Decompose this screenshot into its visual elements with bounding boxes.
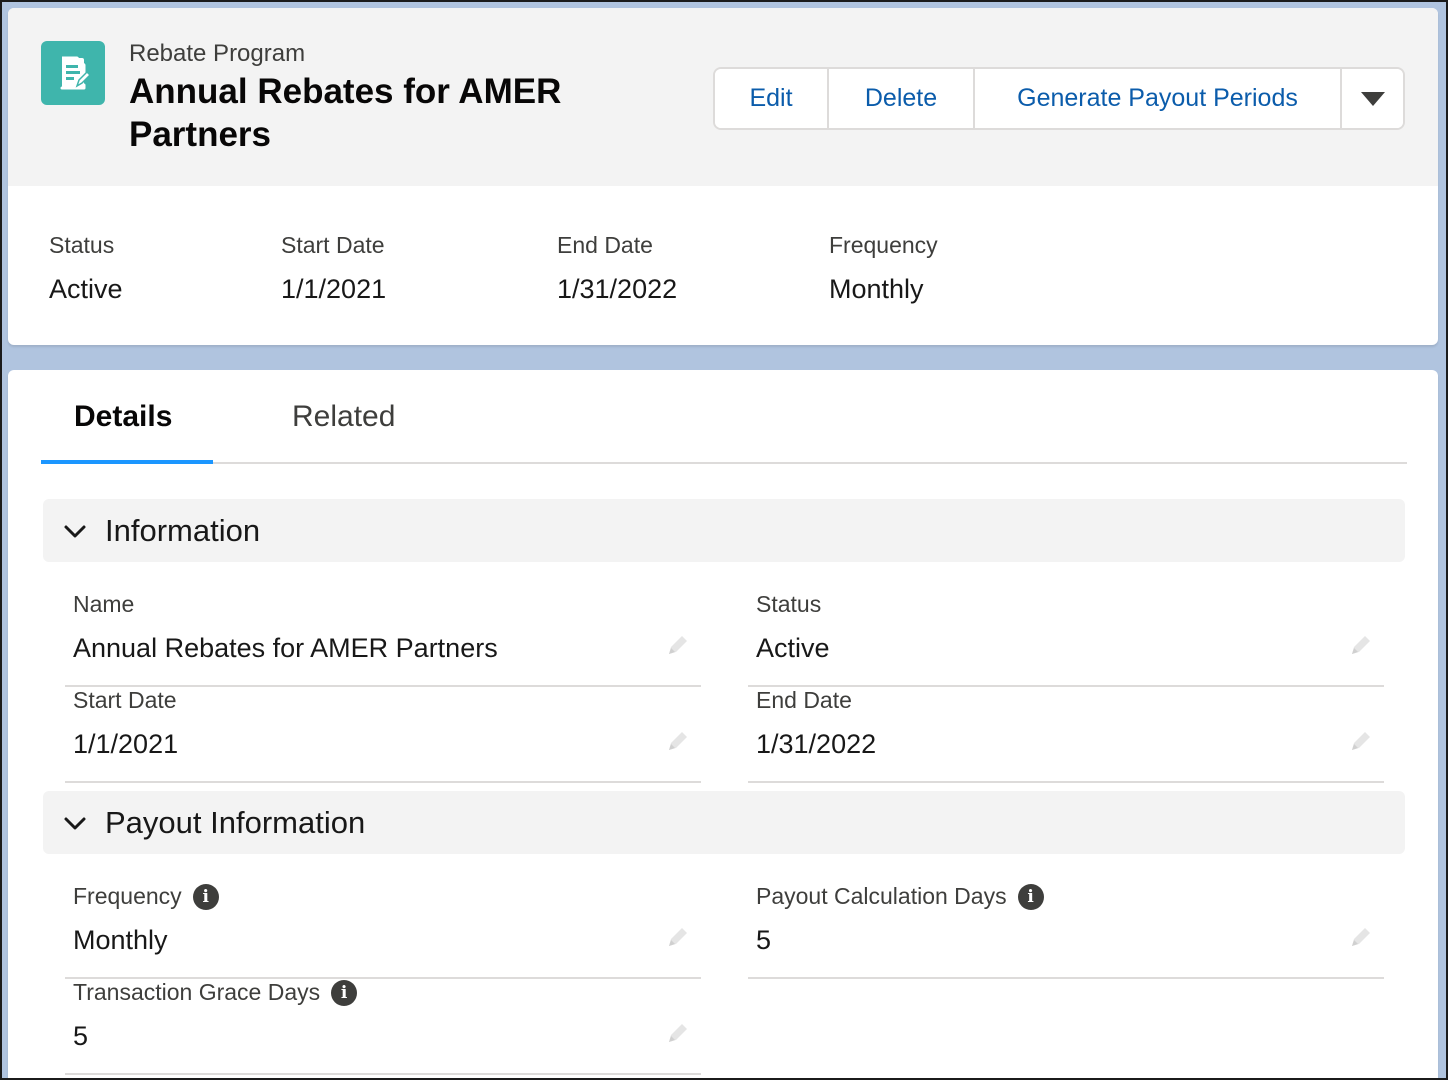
highlight-label: Start Date — [281, 232, 385, 258]
field-label: Transaction Grace Days — [73, 979, 321, 1005]
highlight-label: End Date — [557, 232, 653, 258]
generate-payout-periods-button[interactable]: Generate Payout Periods — [975, 69, 1342, 128]
page-title: Annual Rebates for AMER Partners — [129, 72, 562, 154]
header-top: Rebate Program Annual Rebates for AMER P… — [8, 8, 1438, 186]
pencil-edit-icon[interactable] — [665, 924, 691, 950]
edit-button[interactable]: Edit — [715, 69, 829, 128]
field-value: 1/31/2022 — [756, 729, 877, 759]
field-label: Start Date — [73, 687, 177, 713]
field-start-date: Start Date 1/1/2021 — [65, 687, 701, 783]
pencil-edit-icon[interactable] — [665, 632, 691, 658]
field-name: Name Annual Rebates for AMER Partners — [65, 591, 701, 687]
field-frequency: Frequency i Monthly — [65, 883, 701, 979]
info-icon[interactable]: i — [192, 883, 219, 910]
highlight-value: Active — [49, 274, 123, 304]
highlight-label: Frequency — [829, 232, 938, 258]
tab-bar: Details Related — [41, 370, 1407, 464]
section-information-header[interactable]: Information — [43, 499, 1405, 562]
field-value: Monthly — [73, 925, 168, 955]
field-status: Status Active — [748, 591, 1384, 687]
highlight-value: 1/1/2021 — [281, 274, 387, 304]
field-transaction-grace-days: Transaction Grace Days i 5 — [65, 979, 701, 1075]
tab-related[interactable]: Related — [292, 400, 395, 434]
delete-button[interactable]: Delete — [829, 69, 975, 128]
highlight-label: Status — [49, 232, 115, 258]
rebate-program-icon — [41, 41, 105, 105]
action-button-group: Edit Delete Generate Payout Periods — [713, 67, 1405, 130]
field-payout-calculation-days: Payout Calculation Days i 5 — [748, 883, 1384, 979]
record-detail-card: Details Related Information Name Annual … — [8, 370, 1438, 1080]
chevron-down-icon — [63, 519, 87, 543]
field-value: 1/1/2021 — [73, 729, 179, 759]
pencil-edit-icon[interactable] — [665, 1020, 691, 1046]
highlights-panel: Status Active Start Date 1/1/2021 End Da… — [8, 186, 1438, 345]
info-icon[interactable]: i — [1017, 883, 1044, 910]
section-payout-header[interactable]: Payout Information — [43, 791, 1405, 854]
highlight-value: Monthly — [829, 274, 924, 304]
pencil-edit-icon[interactable] — [1348, 924, 1374, 950]
pencil-edit-icon[interactable] — [1348, 728, 1374, 754]
field-value: Active — [756, 633, 830, 663]
section-title: Information — [105, 512, 261, 548]
record-header: Rebate Program Annual Rebates for AMER P… — [8, 8, 1438, 345]
field-label: End Date — [756, 687, 852, 713]
field-label-row: Frequency i — [73, 883, 219, 910]
highlight-status: Status Active — [49, 232, 123, 305]
field-label: Status — [756, 591, 822, 617]
info-icon[interactable]: i — [331, 979, 358, 1006]
highlight-end-date: End Date 1/31/2022 — [557, 232, 677, 305]
pencil-edit-icon[interactable] — [665, 728, 691, 754]
highlight-value: 1/31/2022 — [557, 274, 678, 304]
document-edit-icon — [60, 56, 92, 90]
field-label: Frequency — [73, 883, 182, 909]
more-actions-button[interactable] — [1342, 69, 1403, 128]
field-end-date: End Date 1/31/2022 — [748, 687, 1384, 783]
caret-down-icon — [1360, 91, 1385, 106]
field-value: 5 — [756, 925, 772, 955]
field-label: Payout Calculation Days — [756, 883, 1007, 909]
field-label-row: Transaction Grace Days i — [73, 979, 358, 1006]
object-type-label: Rebate Program — [129, 40, 306, 67]
field-value: Annual Rebates for AMER Partners — [73, 633, 498, 663]
section-title: Payout Information — [105, 804, 366, 840]
field-value: 5 — [73, 1021, 89, 1051]
field-label-row: Payout Calculation Days i — [756, 883, 1044, 910]
tab-details[interactable]: Details — [74, 400, 172, 434]
pencil-edit-icon[interactable] — [1348, 632, 1374, 658]
highlight-frequency: Frequency Monthly — [829, 232, 938, 305]
field-label: Name — [73, 591, 135, 617]
active-tab-indicator — [41, 460, 213, 464]
chevron-down-icon — [63, 811, 87, 835]
highlight-start-date: Start Date 1/1/2021 — [281, 232, 386, 305]
